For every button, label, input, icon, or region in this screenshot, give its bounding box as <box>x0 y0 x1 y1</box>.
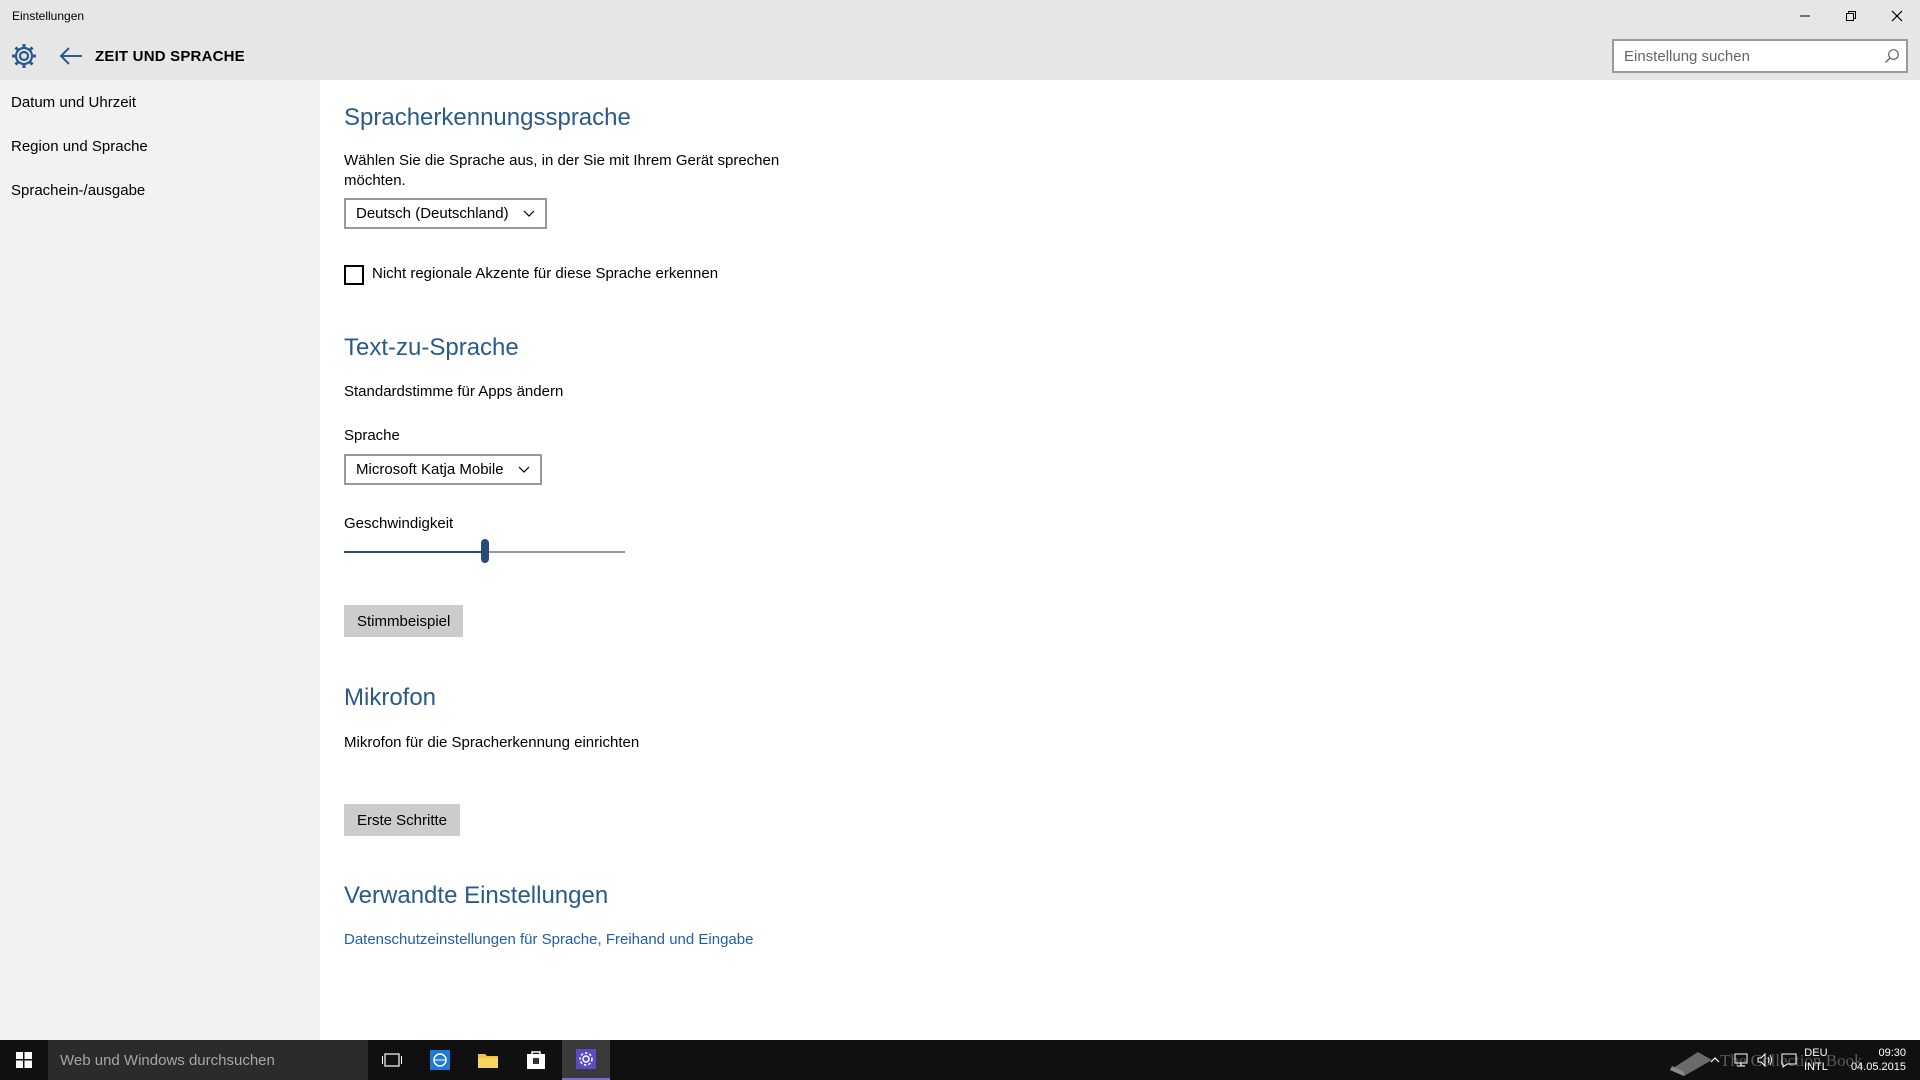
minimize-icon <box>1800 15 1810 17</box>
speed-slider[interactable] <box>344 539 625 563</box>
taskbar-settings-button[interactable] <box>562 1040 610 1080</box>
taskbar-explorer-button[interactable] <box>464 1040 512 1080</box>
sidebar-item-speech[interactable]: Sprachein-/ausgabe <box>11 182 145 199</box>
speed-slider-thumb[interactable] <box>480 539 489 563</box>
page-title: ZEIT UND SPRACHE <box>95 48 245 65</box>
taskbar-store-button[interactable] <box>512 1040 560 1080</box>
network-icon[interactable] <box>1732 1052 1750 1068</box>
close-button[interactable] <box>1874 0 1920 32</box>
volume-icon[interactable] <box>1756 1052 1774 1068</box>
related-settings-heading: Verwandte Einstellungen <box>344 882 609 909</box>
speech-recognition-heading: Spracherkennungssprache <box>344 104 631 131</box>
keyboard-layout: INTL <box>1804 1061 1828 1073</box>
taskbar-search-box[interactable]: Web und Windows durchsuchen <box>48 1040 368 1080</box>
back-arrow-icon[interactable] <box>58 44 84 68</box>
accent-checkbox-label[interactable]: Nicht regionale Akzente für diese Sprach… <box>372 265 718 282</box>
action-center-icon[interactable] <box>1780 1052 1798 1068</box>
description-line-2: möchten. <box>344 172 406 189</box>
recognition-language-value: Deutsch (Deutschland) <box>356 205 509 222</box>
microphone-start-button[interactable]: Erste Schritte <box>344 804 461 836</box>
settings-search-input[interactable] <box>1614 41 1864 71</box>
voice-dropdown[interactable]: Microsoft Katja Mobile <box>344 454 542 485</box>
voice-sample-button[interactable]: Stimmbeispiel <box>344 605 464 637</box>
start-button[interactable] <box>0 1040 48 1080</box>
settings-search-box[interactable] <box>1612 39 1908 73</box>
minimize-button[interactable] <box>1782 0 1828 32</box>
accent-checkbox[interactable] <box>344 265 364 285</box>
voice-label: Sprache <box>344 427 400 444</box>
speech-recognition-description: Wählen Sie die Sprache aus, in der Sie m… <box>344 151 779 191</box>
task-view-icon <box>382 1053 402 1067</box>
clock-time: 09:30 <box>1878 1047 1906 1059</box>
tts-description: Standardstimme für Apps ändern <box>344 383 564 400</box>
taskbar: Web und Windows durchsuchen The Collecti… <box>0 1040 1920 1080</box>
close-icon <box>1891 10 1903 22</box>
privacy-settings-link[interactable]: Datenschutzeinstellungen für Sprache, Fr… <box>344 931 753 948</box>
microphone-heading: Mikrofon <box>344 684 437 711</box>
clock-date: 04.05.2015 <box>1850 1061 1906 1073</box>
sidebar-item-date-time[interactable]: Datum und Uhrzeit <box>11 94 136 111</box>
sidebar: Datum und Uhrzeit Region und Sprache Spr… <box>0 80 320 1040</box>
input-language-indicator[interactable]: DEU INTL <box>1804 1046 1828 1080</box>
gear-icon <box>12 44 36 68</box>
browser-icon <box>430 1050 450 1070</box>
search-icon[interactable] <box>1884 48 1900 64</box>
show-hidden-icons-icon[interactable] <box>1706 1052 1724 1068</box>
window-title: Einstellungen <box>12 9 85 23</box>
title-bar: Einstellungen <box>0 0 1920 32</box>
sidebar-item-region-language[interactable]: Region und Sprache <box>11 138 148 155</box>
settings-header: ZEIT UND SPRACHE <box>0 32 1920 80</box>
language-code: DEU <box>1804 1047 1828 1059</box>
speed-label: Geschwindigkeit <box>344 515 454 532</box>
tts-heading: Text-zu-Sprache <box>344 334 519 361</box>
store-icon <box>527 1051 545 1069</box>
restore-button[interactable] <box>1828 0 1874 32</box>
chevron-down-icon <box>518 466 529 473</box>
folder-icon <box>478 1054 498 1068</box>
clock[interactable]: 09:30 04.05.2015 <box>1842 1046 1906 1080</box>
task-view-button[interactable] <box>368 1040 416 1080</box>
speed-slider-fill <box>344 551 485 553</box>
windows-logo-icon <box>16 1052 32 1068</box>
voice-value: Microsoft Katja Mobile <box>356 461 504 478</box>
chevron-down-icon <box>523 210 535 217</box>
recognition-language-dropdown[interactable]: Deutsch (Deutschland) <box>344 198 547 229</box>
microphone-description: Mikrofon für die Spracherkennung einrich… <box>344 734 640 751</box>
taskbar-browser-button[interactable] <box>416 1040 464 1080</box>
main-content: Spracherkennungssprache Wählen Sie die S… <box>320 80 1920 1040</box>
settings-gear-icon <box>576 1049 596 1069</box>
description-line-1: Wählen Sie die Sprache aus, in der Sie m… <box>344 152 780 169</box>
restore-icon <box>1846 11 1856 21</box>
